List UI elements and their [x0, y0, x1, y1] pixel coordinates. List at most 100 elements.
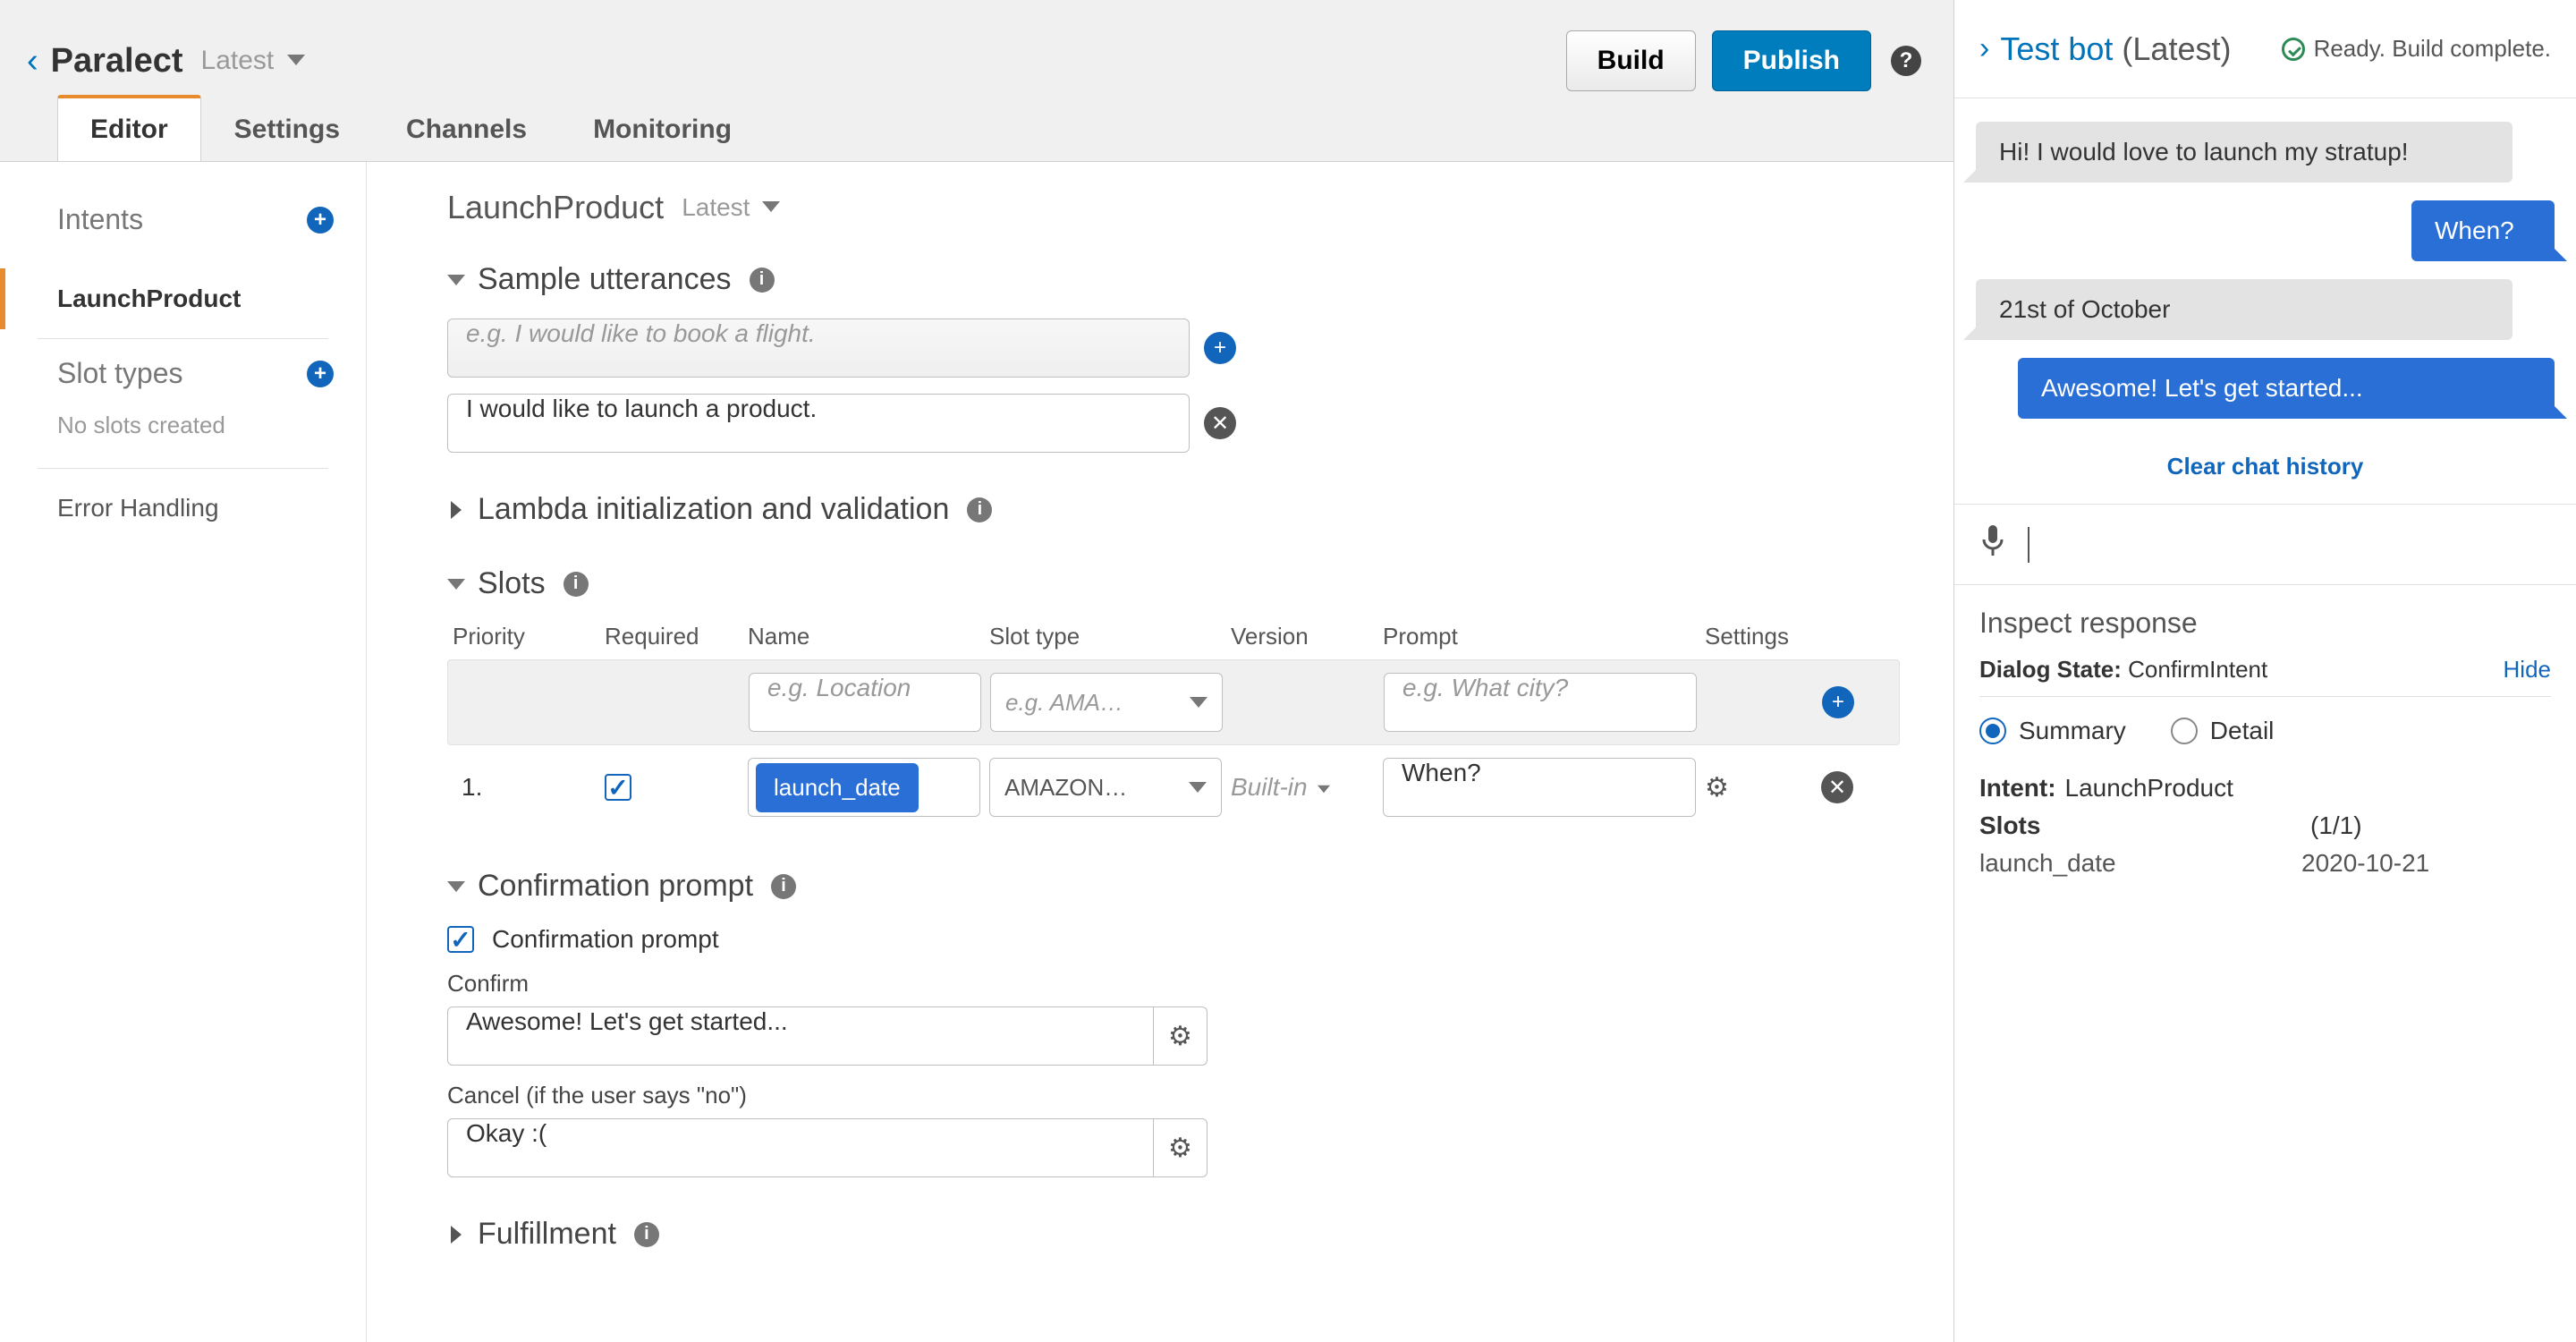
inspect-intent-value: LaunchProduct: [2065, 774, 2233, 803]
publish-button[interactable]: Publish: [1712, 30, 1871, 91]
bot-version-label: Latest: [201, 46, 275, 75]
slot-prompt-field[interactable]: [1383, 758, 1696, 817]
radio-detail[interactable]: Detail: [2171, 717, 2275, 745]
add-utterance-button[interactable]: +: [1204, 332, 1236, 364]
chevron-down-icon: [1189, 778, 1207, 796]
caret-right-icon: [447, 501, 465, 519]
col-slot-type: Slot type: [989, 623, 1222, 650]
left-pane: ‹ Paralect Latest Build Publish ? Editor…: [0, 0, 1954, 1342]
slot-prompt-input[interactable]: [1402, 759, 1677, 787]
col-version: Version: [1231, 623, 1374, 650]
chevron-down-icon: [762, 198, 780, 216]
confirm-settings-button[interactable]: ⚙: [1154, 1007, 1208, 1066]
confirmation-checkbox[interactable]: ✓: [447, 926, 474, 953]
inspect-intent-row: Intent: LaunchProduct: [1979, 774, 2551, 803]
intent-name: LaunchProduct: [447, 189, 664, 226]
intent-version-dropdown[interactable]: Latest: [682, 193, 780, 222]
utterance-item-0-text[interactable]: [466, 395, 1171, 423]
slot-new-name[interactable]: [749, 673, 981, 732]
cancel-input-field[interactable]: [466, 1119, 1135, 1148]
confirm-label: Confirm: [447, 970, 1900, 998]
test-bot-panel: › Test bot (Latest) Ready. Build complet…: [1954, 0, 2576, 1342]
section-title-lambda[interactable]: Lambda initialization and validation i: [447, 492, 1900, 527]
bot-version-dropdown[interactable]: Latest: [201, 46, 305, 76]
status-ok-icon: [2282, 38, 2305, 61]
mic-icon[interactable]: [1979, 523, 2006, 565]
chat-message-user: Hi! I would love to launch my stratup!: [1976, 122, 2512, 183]
slot-new-type[interactable]: e.g. AMA…: [990, 673, 1223, 732]
slot-new-prompt-input[interactable]: [1402, 674, 1678, 702]
tab-channels[interactable]: Channels: [373, 98, 560, 161]
gear-icon: ⚙: [1168, 1133, 1192, 1164]
slot-version-select[interactable]: Built-in: [1231, 773, 1374, 802]
slot-required-checkbox[interactable]: ✓: [605, 774, 631, 801]
radio-detail-label: Detail: [2210, 717, 2275, 745]
sidebar-intent-launchproduct[interactable]: LaunchProduct: [0, 268, 366, 329]
utterance-input-new[interactable]: [447, 319, 1190, 378]
utterance-item-0[interactable]: [447, 394, 1190, 453]
confirm-input-field[interactable]: [466, 1007, 1135, 1036]
caret-down-icon: [447, 271, 465, 289]
section-title-confirmation[interactable]: Confirmation prompt i: [447, 869, 1900, 904]
section-label: Sample utterances: [478, 262, 732, 297]
section-label: Slots: [478, 566, 546, 601]
build-button[interactable]: Build: [1566, 30, 1696, 91]
dialog-state-value: ConfirmIntent: [2128, 656, 2267, 683]
tab-editor[interactable]: Editor: [57, 95, 201, 161]
caret-down-icon: [447, 878, 465, 896]
section-confirmation: Confirmation prompt i ✓ Confirmation pro…: [447, 869, 1900, 1177]
inspect-slot-value: 2020-10-21: [2301, 849, 2429, 878]
inspect-slots-count: (1/1): [2310, 811, 2362, 840]
tab-settings[interactable]: Settings: [201, 98, 373, 161]
slot-type-value: AMAZON…: [1004, 774, 1127, 802]
caret-right-icon: [447, 1226, 465, 1244]
test-bot-status: Ready. Build complete.: [2282, 35, 2551, 63]
info-icon[interactable]: i: [564, 572, 589, 597]
col-name: Name: [748, 623, 980, 650]
test-bot-version: (Latest): [2122, 30, 2231, 68]
chat-message-bot: Awesome! Let's get started...: [2018, 358, 2555, 419]
hide-inspect-button[interactable]: Hide: [2504, 656, 2551, 684]
section-slots: Slots i Priority Required Name Slot type…: [447, 566, 1900, 829]
info-icon[interactable]: i: [634, 1222, 659, 1247]
info-icon[interactable]: i: [750, 268, 775, 293]
inspect-view-toggle: Summary Detail: [1979, 696, 2551, 765]
sidebar-slot-types-empty: No slots created: [57, 403, 334, 439]
sidebar-error-handling[interactable]: Error Handling: [0, 478, 366, 539]
section-title-fulfillment[interactable]: Fulfillment i: [447, 1217, 1900, 1252]
cancel-settings-button[interactable]: ⚙: [1154, 1118, 1208, 1177]
remove-slot-button[interactable]: ✕: [1821, 771, 1853, 803]
section-title-slots[interactable]: Slots i: [447, 566, 1900, 601]
add-slot-type-button[interactable]: +: [307, 361, 334, 387]
slot-priority: 1.: [453, 773, 596, 802]
test-bot-title: Test bot: [2000, 30, 2113, 68]
caret-down-icon: [447, 575, 465, 593]
slot-type-select[interactable]: AMAZON…: [989, 758, 1222, 817]
cancel-label: Cancel (if the user says "no"): [447, 1082, 1900, 1109]
slot-name-field[interactable]: launch_date: [748, 758, 980, 817]
cancel-input[interactable]: [447, 1118, 1154, 1177]
tab-monitoring[interactable]: Monitoring: [560, 98, 765, 161]
slot-new-prompt[interactable]: [1384, 673, 1697, 732]
slot-table-header: Priority Required Name Slot type Version…: [447, 623, 1900, 659]
back-chevron-icon[interactable]: ‹: [27, 42, 38, 81]
radio-summary[interactable]: Summary: [1979, 717, 2126, 745]
chat-input-bar[interactable]: [1954, 505, 2576, 585]
col-settings: Settings: [1705, 623, 1893, 650]
help-icon[interactable]: ?: [1891, 46, 1921, 76]
add-intent-button[interactable]: +: [307, 207, 334, 234]
main-area: Intents + LaunchProduct Slot types + No …: [0, 161, 1953, 1342]
slot-settings-button[interactable]: ⚙: [1705, 772, 1812, 803]
remove-utterance-button[interactable]: ✕: [1204, 407, 1236, 439]
info-icon[interactable]: i: [771, 874, 796, 899]
info-icon[interactable]: i: [967, 497, 992, 522]
utterance-input-field[interactable]: [466, 319, 1171, 348]
confirm-input[interactable]: [447, 1007, 1154, 1066]
sidebar-slot-types-header: Slot types +: [57, 348, 334, 403]
add-slot-button[interactable]: +: [1822, 686, 1854, 718]
collapse-test-panel-icon[interactable]: ›: [1979, 31, 1989, 66]
slot-new-name-input[interactable]: [767, 674, 962, 702]
section-title-sample-utterances[interactable]: Sample utterances i: [447, 262, 1900, 297]
bot-title: Paralect: [51, 42, 183, 81]
clear-chat-button[interactable]: Clear chat history: [1976, 437, 2555, 504]
